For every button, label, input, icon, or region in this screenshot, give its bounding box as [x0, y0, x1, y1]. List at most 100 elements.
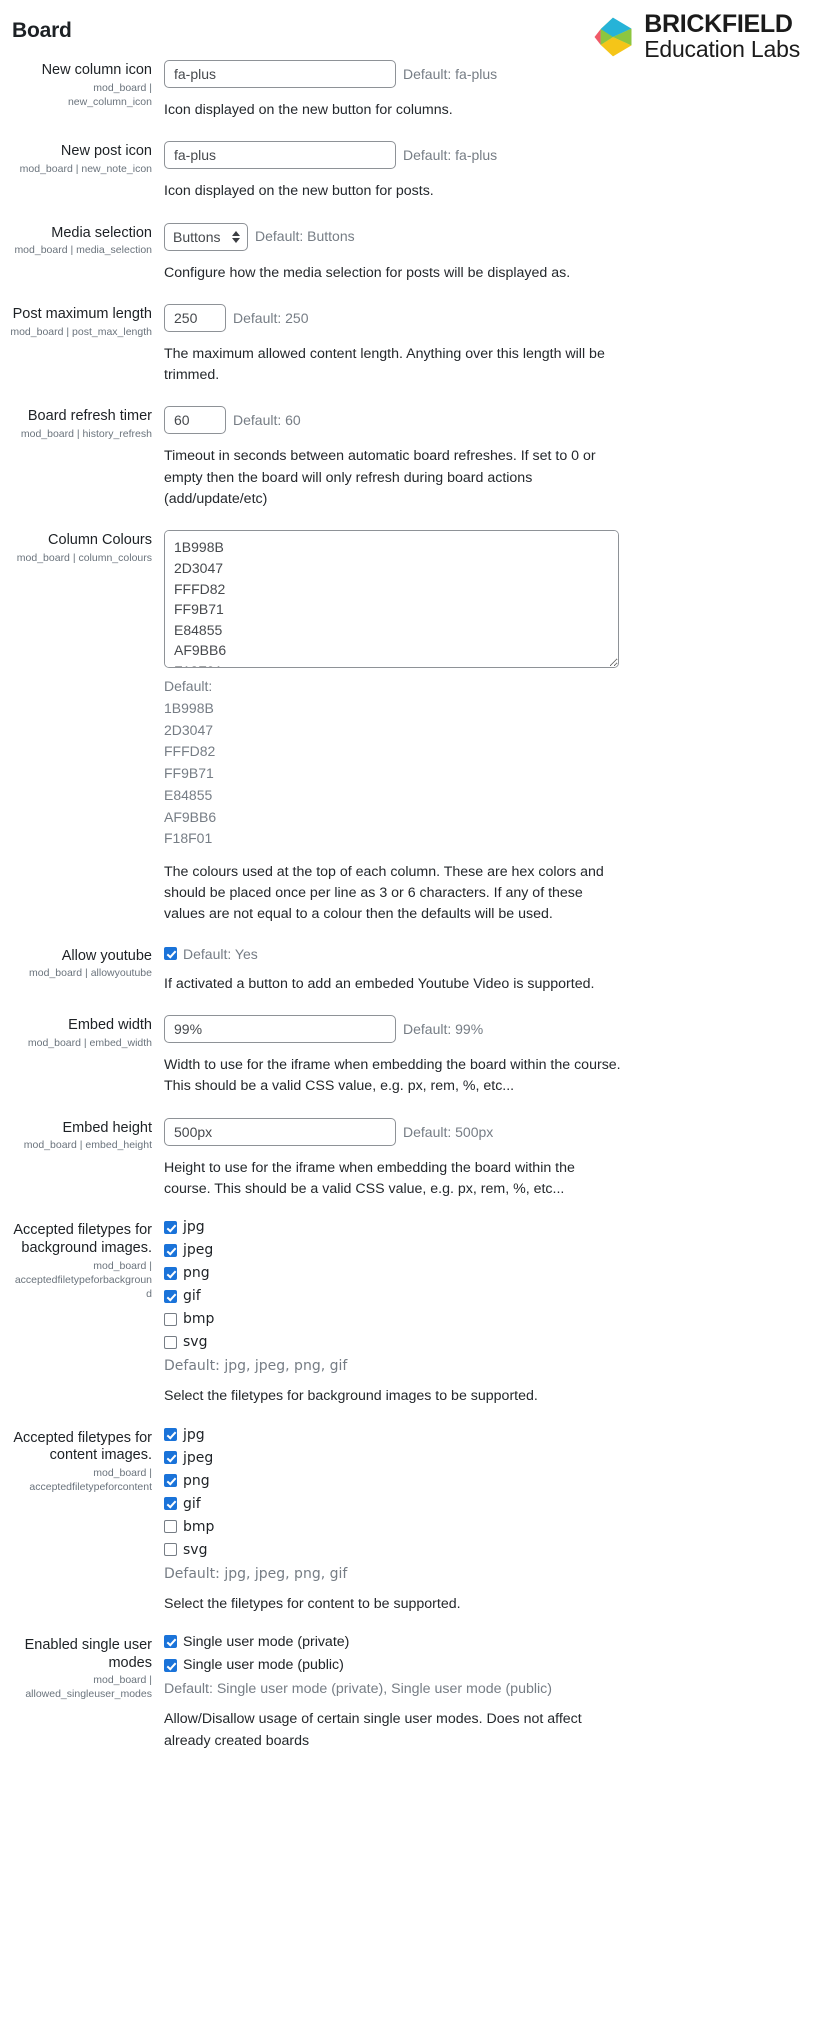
setting-description: Select the filetypes for content to be s…	[164, 1595, 461, 1612]
setting-label-slug: mod_board | history_refresh	[20, 428, 152, 441]
setting-label: Media selection mod_board | media_select…	[10, 219, 164, 258]
singleuser-private-checkbox[interactable]	[164, 1635, 177, 1649]
column-colours-textarea[interactable]: 1B998B 2D3047 FFFD82 FF9B71 E84855 AF9BB…	[164, 530, 619, 669]
setting-field: jpg jpeg png gif bmp svg Default: jpg, j…	[164, 1216, 802, 1423]
setting-label-slug: mod_board | allowed_singleuser_modes	[25, 1674, 152, 1701]
default-note: Default: jpg, jpeg, png, gif	[164, 1358, 348, 1375]
media-selection-select[interactable]: Buttons	[164, 222, 248, 251]
setting-label: Enabled single user modes mod_board | al…	[10, 1631, 164, 1702]
setting-description: If activated a button to add an embeded …	[164, 975, 595, 992]
page-title: Board	[12, 19, 72, 42]
setting-field: Default: 500px Height to use for the ifr…	[164, 1114, 802, 1217]
setting-embed-height: Embed height mod_board | embed_height De…	[10, 1114, 802, 1217]
setting-description: Allow/Disallow usage of certain single u…	[164, 1711, 582, 1749]
filetype-option-row[interactable]: svg	[164, 1335, 802, 1349]
filetype-jpeg-checkbox[interactable]	[164, 1243, 177, 1257]
filetype-jpg-checkbox[interactable]	[164, 1220, 177, 1234]
default-colour-line: 1B998B	[164, 700, 214, 717]
brand-wordmark: BRICKFIELD Education Labs	[644, 12, 800, 61]
filetype-option-row[interactable]: jpeg	[164, 1451, 802, 1465]
content-filetype-png-checkbox[interactable]	[164, 1474, 177, 1488]
setting-label-name: New post icon	[60, 143, 152, 160]
setting-label: Accepted filetypes for content images. m…	[10, 1424, 164, 1495]
filetype-option-row[interactable]: gif	[164, 1289, 802, 1303]
filetype-option-row[interactable]: png	[164, 1474, 802, 1488]
filetype-option-label: png	[183, 1472, 210, 1489]
setting-label: Column Colours mod_board | column_colour…	[10, 526, 164, 565]
filetype-option-row[interactable]: svg	[164, 1543, 802, 1557]
filetype-png-checkbox[interactable]	[164, 1266, 177, 1280]
setting-column-colours: Column Colours mod_board | column_colour…	[10, 526, 802, 941]
setting-field: Default: Yes If activated a button to ad…	[164, 942, 802, 1011]
setting-label-slug: mod_board | embed_width	[27, 1036, 152, 1049]
brickfield-logo-mark-icon	[591, 15, 635, 59]
setting-label-name: Embed width	[68, 1017, 152, 1034]
default-colour-line: AF9BB6	[164, 808, 217, 825]
default-note: Default: 99%	[403, 1020, 484, 1037]
filetype-option-label: jpeg	[183, 1449, 214, 1466]
setting-label-slug: mod_board | new_note_icon	[19, 162, 152, 175]
setting-label-slug: mod_board | post_max_length	[10, 325, 152, 338]
filetype-gif-checkbox[interactable]	[164, 1289, 177, 1303]
setting-new-column-icon: New column icon mod_board | new_column_i…	[10, 56, 802, 137]
post-max-length-input[interactable]	[164, 303, 226, 332]
column-colours-default-block: Default: 1B998B 2D3047 FFFD82 FF9B71 E84…	[164, 676, 802, 850]
singleuser-mode-row[interactable]: Single user mode (private)	[164, 1635, 802, 1649]
filetype-option-row[interactable]: gif	[164, 1497, 802, 1511]
allow-youtube-checkbox[interactable]	[164, 947, 177, 961]
setting-post-max-length: Post maximum length mod_board | post_max…	[10, 300, 802, 403]
default-heading: Default:	[164, 678, 213, 695]
filetype-option-label: bmp	[183, 1311, 215, 1328]
setting-label-name: Allow youtube	[61, 947, 152, 964]
setting-description: Select the filetypes for background imag…	[164, 1388, 538, 1405]
brand-line-1: BRICKFIELD	[644, 10, 793, 38]
setting-history-refresh: Board refresh timer mod_board | history_…	[10, 402, 802, 526]
setting-field: Default: 250 The maximum allowed content…	[164, 300, 802, 403]
setting-label-slug: mod_board | acceptedfiletypeforbackgroun…	[14, 1259, 152, 1300]
history-refresh-input[interactable]	[164, 406, 226, 435]
filetype-option-row[interactable]: png	[164, 1266, 802, 1280]
setting-label: Allow youtube mod_board | allowyoutube	[10, 942, 164, 981]
setting-field: Default: fa-plus Icon displayed on the n…	[164, 56, 802, 137]
setting-label-name: Board refresh timer	[27, 408, 152, 425]
page-header: Board BRICKFIELD Education Labs	[0, 0, 816, 61]
embed-height-input[interactable]	[164, 1117, 396, 1146]
setting-label-slug: mod_board | new_column_icon	[67, 81, 152, 108]
content-filetype-svg-checkbox[interactable]	[164, 1543, 177, 1557]
filetype-option-row[interactable]: bmp	[164, 1520, 802, 1534]
singleuser-mode-label: Single user mode (private)	[183, 1633, 350, 1650]
singleuser-mode-label: Single user mode (public)	[183, 1657, 344, 1674]
new-column-icon-input[interactable]	[164, 60, 396, 88]
setting-singleuser-modes: Enabled single user modes mod_board | al…	[10, 1631, 802, 1768]
setting-filetypes-background: Accepted filetypes for background images…	[10, 1216, 802, 1423]
singleuser-mode-row[interactable]: Single user mode (public)	[164, 1658, 802, 1672]
filetype-option-label: svg	[183, 1541, 208, 1558]
content-filetype-jpeg-checkbox[interactable]	[164, 1451, 177, 1465]
setting-description: Icon displayed on the new button for col…	[164, 102, 453, 118]
filetype-option-label: jpeg	[183, 1242, 214, 1259]
setting-label: New post icon mod_board | new_note_icon	[10, 137, 164, 176]
new-post-icon-input[interactable]	[164, 141, 396, 170]
setting-label-slug: mod_board | acceptedfiletypeforcontent	[29, 1466, 152, 1494]
filetype-svg-checkbox[interactable]	[164, 1335, 177, 1349]
filetype-bmp-checkbox[interactable]	[164, 1312, 177, 1326]
default-colour-line: FF9B71	[164, 765, 214, 782]
setting-label-name: Column Colours	[48, 532, 152, 549]
setting-label: New column icon mod_board | new_column_i…	[10, 56, 164, 109]
setting-label-name: Post maximum length	[12, 305, 152, 322]
content-filetype-bmp-checkbox[interactable]	[164, 1520, 177, 1534]
content-filetype-jpg-checkbox[interactable]	[164, 1428, 177, 1442]
singleuser-public-checkbox[interactable]	[164, 1658, 177, 1672]
setting-label-name: Embed height	[62, 1119, 152, 1136]
filetype-option-label: jpg	[183, 1219, 205, 1236]
content-filetype-gif-checkbox[interactable]	[164, 1497, 177, 1511]
filetype-option-row[interactable]: bmp	[164, 1312, 802, 1326]
setting-label-name: Accepted filetypes for content images.	[13, 1429, 152, 1464]
filetype-option-row[interactable]: jpg	[164, 1220, 802, 1234]
default-note: Default: jpg, jpeg, png, gif	[164, 1565, 348, 1582]
filetype-option-row[interactable]: jpeg	[164, 1243, 802, 1257]
default-colour-line: F18F01	[164, 830, 213, 847]
embed-width-input[interactable]	[164, 1015, 396, 1044]
allow-youtube-row[interactable]: Default: Yes	[164, 946, 802, 962]
filetype-option-row[interactable]: jpg	[164, 1428, 802, 1442]
